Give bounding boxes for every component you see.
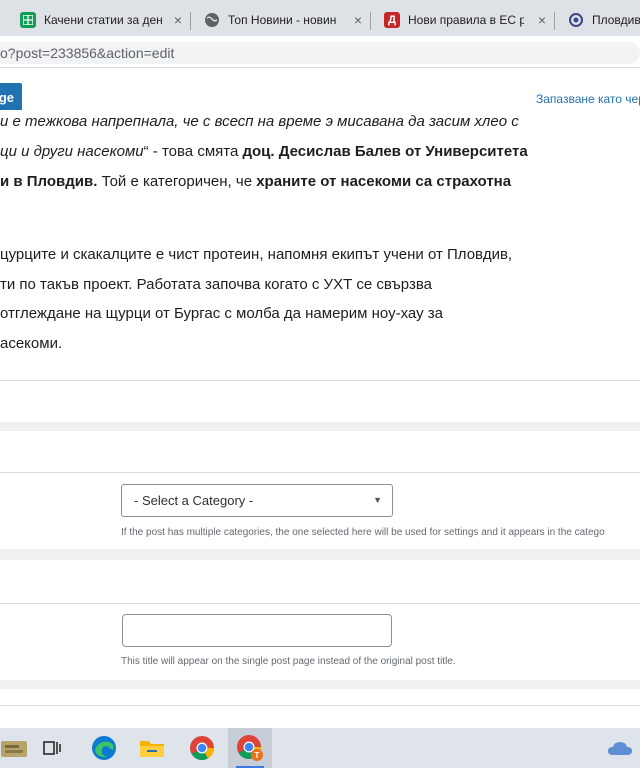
pinned-app-icon[interactable] — [0, 728, 30, 768]
site-icon — [568, 12, 584, 28]
content-line: отглеждане на щурци от Бургас с молба да… — [0, 305, 443, 322]
d-site-icon: Д — [384, 12, 400, 28]
content-line: асекоми. — [0, 335, 63, 352]
tab-label: Качени статии за ден — [44, 13, 163, 27]
tab-uploaded-articles[interactable]: Качени статии за ден × — [6, 4, 190, 36]
content-line: ци и други насекоми“ - това смята доц. Д… — [0, 143, 528, 160]
editor-footer — [0, 382, 640, 422]
tab-top-news[interactable]: Топ Новини - новин × — [190, 4, 370, 36]
edge-icon[interactable] — [82, 728, 126, 768]
sheets-icon — [20, 12, 36, 28]
custom-title-input[interactable] — [122, 614, 392, 647]
save-draft-link[interactable]: Запазване като чер — [536, 92, 640, 106]
tab-label: Пловдивс — [592, 13, 640, 27]
tab-plovdiv[interactable]: Пловдивс — [554, 4, 640, 36]
windows-taskbar: T — [0, 728, 640, 768]
url-field[interactable]: o?post=233856&action=edit — [0, 42, 640, 64]
category-hint: If the post has multiple categories, the… — [121, 527, 605, 538]
browser-tab-strip: Качени статии за ден × Топ Новини - нови… — [0, 0, 640, 36]
close-icon[interactable]: × — [538, 12, 546, 28]
task-view-icon[interactable] — [30, 728, 74, 768]
tab-label: Нови правила в ЕС р — [408, 13, 524, 27]
tab-new-eu-rules[interactable]: Д Нови правила в ЕС р × — [370, 4, 554, 36]
tab-label: Топ Новини - новин — [228, 13, 337, 27]
content-line: цурците и скакалците е чист протеин, нап… — [0, 246, 513, 263]
category-select[interactable]: - Select a Category - ▼ — [121, 484, 393, 517]
select-value: - Select a Category - — [134, 493, 254, 508]
content-divider — [0, 380, 640, 381]
panel-header-divider — [0, 603, 640, 604]
panel-gap — [0, 422, 640, 431]
close-icon[interactable]: × — [174, 12, 182, 28]
panel-gap — [0, 680, 640, 689]
post-content[interactable]: и е тежкова напрепнала, че с всесп на вр… — [0, 110, 640, 382]
close-icon[interactable]: × — [354, 12, 362, 28]
chrome-profile-icon[interactable]: T — [228, 728, 272, 768]
panel-header-divider — [0, 472, 640, 473]
chevron-down-icon: ▼ — [373, 495, 382, 505]
onedrive-icon[interactable] — [600, 728, 640, 768]
svg-text:T: T — [255, 751, 260, 760]
chrome-icon[interactable] — [180, 728, 224, 768]
content-line: и е тежкова напрепнала, че с всесп на вр… — [0, 113, 519, 130]
file-explorer-icon[interactable] — [130, 728, 174, 768]
title-hint: This title will appear on the single pos… — [121, 656, 456, 667]
publish-button[interactable]: ge — [0, 83, 22, 113]
panel-gap — [0, 549, 640, 560]
next-panel — [0, 689, 640, 728]
panel-divider — [0, 705, 640, 706]
globe-icon — [204, 12, 220, 28]
address-bar: o?post=233856&action=edit — [0, 36, 640, 68]
content-line: ти по такъв проект. Работата започва ког… — [0, 276, 432, 293]
content-line: и в Пловдив. Той е категоричен, че храни… — [0, 173, 512, 190]
